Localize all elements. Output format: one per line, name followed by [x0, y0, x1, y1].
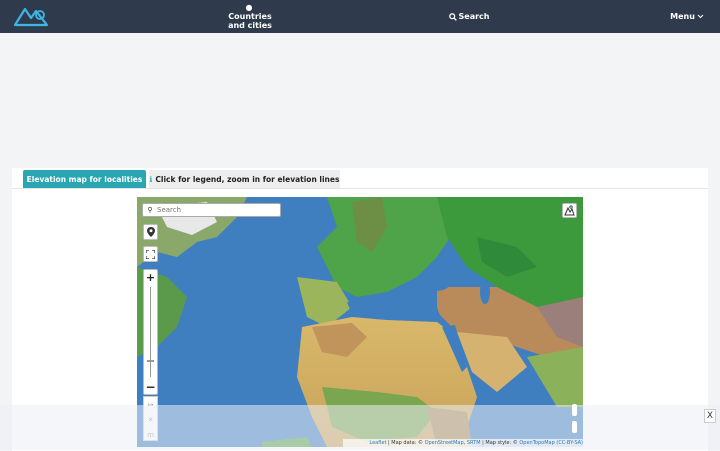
tab-legend-info[interactable]: ℹ Click for legend, zoom in for elevatio… [149, 170, 340, 188]
map-search-input[interactable] [157, 206, 275, 214]
fullscreen-icon [146, 249, 155, 259]
nav-menu-label: Menu [670, 12, 695, 21]
zoom-slider-handle[interactable] [147, 360, 154, 362]
layers-icon [564, 205, 575, 216]
map-search-box[interactable]: ⚲ [142, 203, 281, 217]
zoom-control: + − [143, 269, 158, 395]
map-attribution: Leaflet | Map data: © OpenStreetMap, SRT… [343, 439, 583, 447]
srtm-link[interactable]: SRTM [467, 440, 481, 446]
search-icon: ⚲ [147, 206, 153, 214]
search-icon [448, 12, 457, 21]
overlay-close-button[interactable]: X [704, 409, 716, 423]
locate-me-button[interactable] [143, 224, 158, 240]
map-pin-icon [146, 227, 155, 237]
nav-countries-and-cities[interactable]: ●Countries and cities [224, 0, 276, 33]
leaflet-link[interactable]: Leaflet [369, 440, 386, 446]
nav-search[interactable]: Search [448, 0, 490, 33]
zoom-slider-track[interactable] [150, 287, 151, 377]
zoom-out-button[interactable]: − [144, 379, 157, 394]
top-navbar: ●Countries and cities Search Menu [0, 0, 720, 33]
chevron-down-icon [697, 14, 704, 19]
overlay-scroll-handle-bottom[interactable] [572, 421, 577, 433]
nav-search-label: Search [458, 12, 490, 21]
nav-countries-label: Countries [228, 12, 272, 21]
tab-legend-info-label: Click for legend, zoom in for elevation … [155, 174, 340, 184]
info-icon: ℹ [149, 174, 153, 184]
globe-icon: ● [245, 3, 253, 12]
attr-style: | Map style: © [480, 440, 520, 446]
layers-button[interactable] [562, 203, 577, 218]
nav-countries-label-line2: and cities [228, 21, 272, 30]
osm-link[interactable]: OpenStreetMap [425, 440, 464, 446]
opentopomap-link[interactable]: OpenTopoMap (CC-BY-SA) [519, 440, 583, 446]
site-logo[interactable] [13, 5, 49, 27]
fullscreen-button[interactable] [143, 246, 158, 262]
nav-menu[interactable]: Menu [669, 0, 705, 33]
tab-elevation-map[interactable]: Elevation map for localities [23, 170, 146, 188]
overlay-scroll-handle-top[interactable] [572, 404, 577, 416]
zoom-in-button[interactable]: + [144, 270, 157, 285]
attr-map-data: | Map data: © [386, 440, 425, 446]
